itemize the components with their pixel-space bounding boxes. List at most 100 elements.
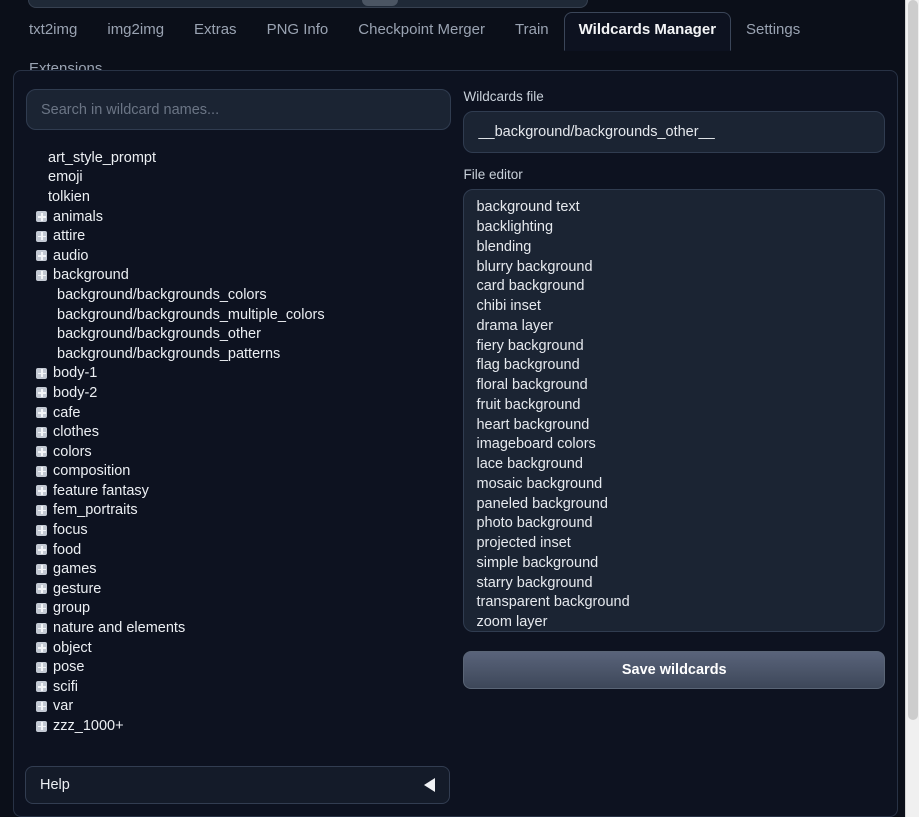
tree-item-label: colors: [53, 443, 92, 460]
cutoff-prompt-input[interactable]: [28, 0, 588, 8]
file-editor-line: starry background: [476, 574, 593, 591]
tree-item-label: background: [53, 267, 129, 284]
tree-item[interactable]: background/backgrounds_other: [26, 324, 451, 344]
expand-plus-icon[interactable]: [36, 250, 47, 262]
file-editor-line: lace background: [476, 456, 583, 473]
tree-item[interactable]: attire: [26, 226, 451, 246]
page-scrollbar-thumb[interactable]: [908, 0, 918, 720]
tree-item[interactable]: background/backgrounds_multiple_colors: [26, 305, 451, 325]
tree-item-label: background/backgrounds_other: [57, 326, 261, 343]
tree-item[interactable]: feature fantasy: [26, 481, 451, 501]
file-editor-line: floral background: [476, 377, 588, 394]
tree-item[interactable]: games: [26, 559, 451, 579]
tree-item[interactable]: zzz_1000+: [26, 716, 451, 736]
file-editor-line: photo background: [476, 515, 593, 532]
expand-plus-icon[interactable]: [36, 583, 47, 595]
tree-item[interactable]: animals: [26, 207, 451, 227]
expand-plus-icon[interactable]: [36, 211, 47, 223]
tree-item[interactable]: background/backgrounds_patterns: [26, 344, 451, 364]
tree-item[interactable]: art_style_prompt: [26, 148, 451, 168]
tree-item-label: games: [53, 561, 97, 578]
tree-item[interactable]: nature and elements: [26, 618, 451, 638]
file-editor-line: mosaic background: [476, 475, 603, 492]
tab-checkpoint-merger[interactable]: Checkpoint Merger: [343, 12, 500, 51]
tree-item[interactable]: tolkien: [26, 187, 451, 207]
file-editor-line: card background: [476, 278, 585, 295]
tree-item-label: audio: [53, 247, 89, 264]
expand-plus-icon[interactable]: [36, 387, 47, 399]
tab-train[interactable]: Train: [500, 12, 564, 51]
tab-img2img[interactable]: img2img: [92, 12, 179, 51]
expand-plus-icon[interactable]: [36, 426, 47, 438]
tree-item[interactable]: audio: [26, 246, 451, 266]
file-editor-line: chibi inset: [476, 298, 541, 315]
expand-plus-icon[interactable]: [36, 407, 47, 419]
tab-settings[interactable]: Settings: [731, 12, 815, 51]
cutoff-toolbar-button[interactable]: [362, 0, 398, 6]
tree-item[interactable]: body-2: [26, 383, 451, 403]
tree-item[interactable]: scifi: [26, 677, 451, 697]
tree-item[interactable]: clothes: [26, 422, 451, 442]
expand-plus-icon[interactable]: [36, 720, 47, 732]
file-editor-textarea[interactable]: background text backlighting blending blurr…: [463, 189, 885, 633]
tree-item[interactable]: background: [26, 266, 451, 286]
file-editor-line: drama layer: [476, 317, 554, 334]
expand-plus-icon[interactable]: [36, 485, 47, 497]
expand-plus-icon[interactable]: [36, 622, 47, 634]
tree-item[interactable]: var: [26, 697, 451, 717]
tree-item-label: body-1: [53, 365, 98, 382]
right-column: Wildcards file File editor background te…: [463, 89, 885, 816]
expand-plus-icon[interactable]: [36, 661, 47, 673]
wildcard-tree: art_style_prompt emoji tolkien animals attir…: [26, 148, 451, 736]
expand-plus-icon[interactable]: [36, 230, 47, 242]
tree-item[interactable]: object: [26, 638, 451, 658]
expand-plus-icon[interactable]: [36, 465, 47, 477]
tree-item-label: attire: [53, 228, 86, 245]
save-wildcards-button[interactable]: Save wildcards: [463, 651, 885, 690]
expand-plus-icon[interactable]: [36, 700, 47, 712]
tree-item[interactable]: gesture: [26, 579, 451, 599]
file-editor-line: simple background: [476, 554, 599, 571]
tab-txt2img[interactable]: txt2img: [14, 12, 92, 51]
expand-plus-icon[interactable]: [36, 642, 47, 654]
tree-item[interactable]: colors: [26, 442, 451, 462]
tree-item-label: focus: [53, 522, 88, 539]
tree-item-label: background/backgrounds_patterns: [57, 345, 281, 362]
help-accordion[interactable]: Help: [25, 766, 450, 804]
expand-plus-icon[interactable]: [36, 563, 47, 575]
tree-item[interactable]: focus: [26, 520, 451, 540]
tree-item[interactable]: body-1: [26, 364, 451, 384]
tree-item[interactable]: fem_portraits: [26, 501, 451, 521]
tree-item[interactable]: group: [26, 599, 451, 619]
expand-plus-icon[interactable]: [36, 367, 47, 379]
expand-plus-icon[interactable]: [36, 544, 47, 556]
expand-plus-icon[interactable]: [36, 269, 47, 281]
wildcards-file-input[interactable]: [463, 111, 885, 154]
expand-plus-icon[interactable]: [36, 446, 47, 458]
tree-item-label: pose: [53, 659, 85, 676]
file-editor-line: background text: [476, 199, 580, 216]
tree-item-label: nature and elements: [53, 620, 186, 637]
expand-plus-icon[interactable]: [36, 504, 47, 516]
tree-item[interactable]: food: [26, 540, 451, 560]
tab-extras[interactable]: Extras: [179, 12, 252, 51]
tree-item-label: tolkien: [48, 188, 90, 205]
tree-item-label: background/backgrounds_multiple_colors: [57, 306, 325, 323]
page-scrollbar[interactable]: [905, 0, 919, 817]
tree-item[interactable]: background/backgrounds_colors: [26, 285, 451, 305]
expand-plus-icon[interactable]: [36, 602, 47, 614]
tree-item-label: animals: [53, 208, 103, 225]
expand-plus-icon[interactable]: [36, 524, 47, 536]
search-input[interactable]: [26, 89, 452, 130]
tree-item-label: body-2: [53, 384, 98, 401]
tree-item[interactable]: pose: [26, 657, 451, 677]
tab-png-info[interactable]: PNG Info: [252, 12, 344, 51]
file-editor-line: transparent background: [476, 594, 630, 611]
tree-item[interactable]: composition: [26, 462, 451, 482]
file-editor-line: flag background: [476, 357, 580, 374]
tab-wildcards-manager[interactable]: Wildcards Manager: [563, 12, 732, 51]
tree-item[interactable]: cafe: [26, 403, 451, 423]
tree-item-label: emoji: [48, 169, 83, 186]
expand-plus-icon[interactable]: [36, 681, 47, 693]
tree-item[interactable]: emoji: [26, 168, 451, 188]
